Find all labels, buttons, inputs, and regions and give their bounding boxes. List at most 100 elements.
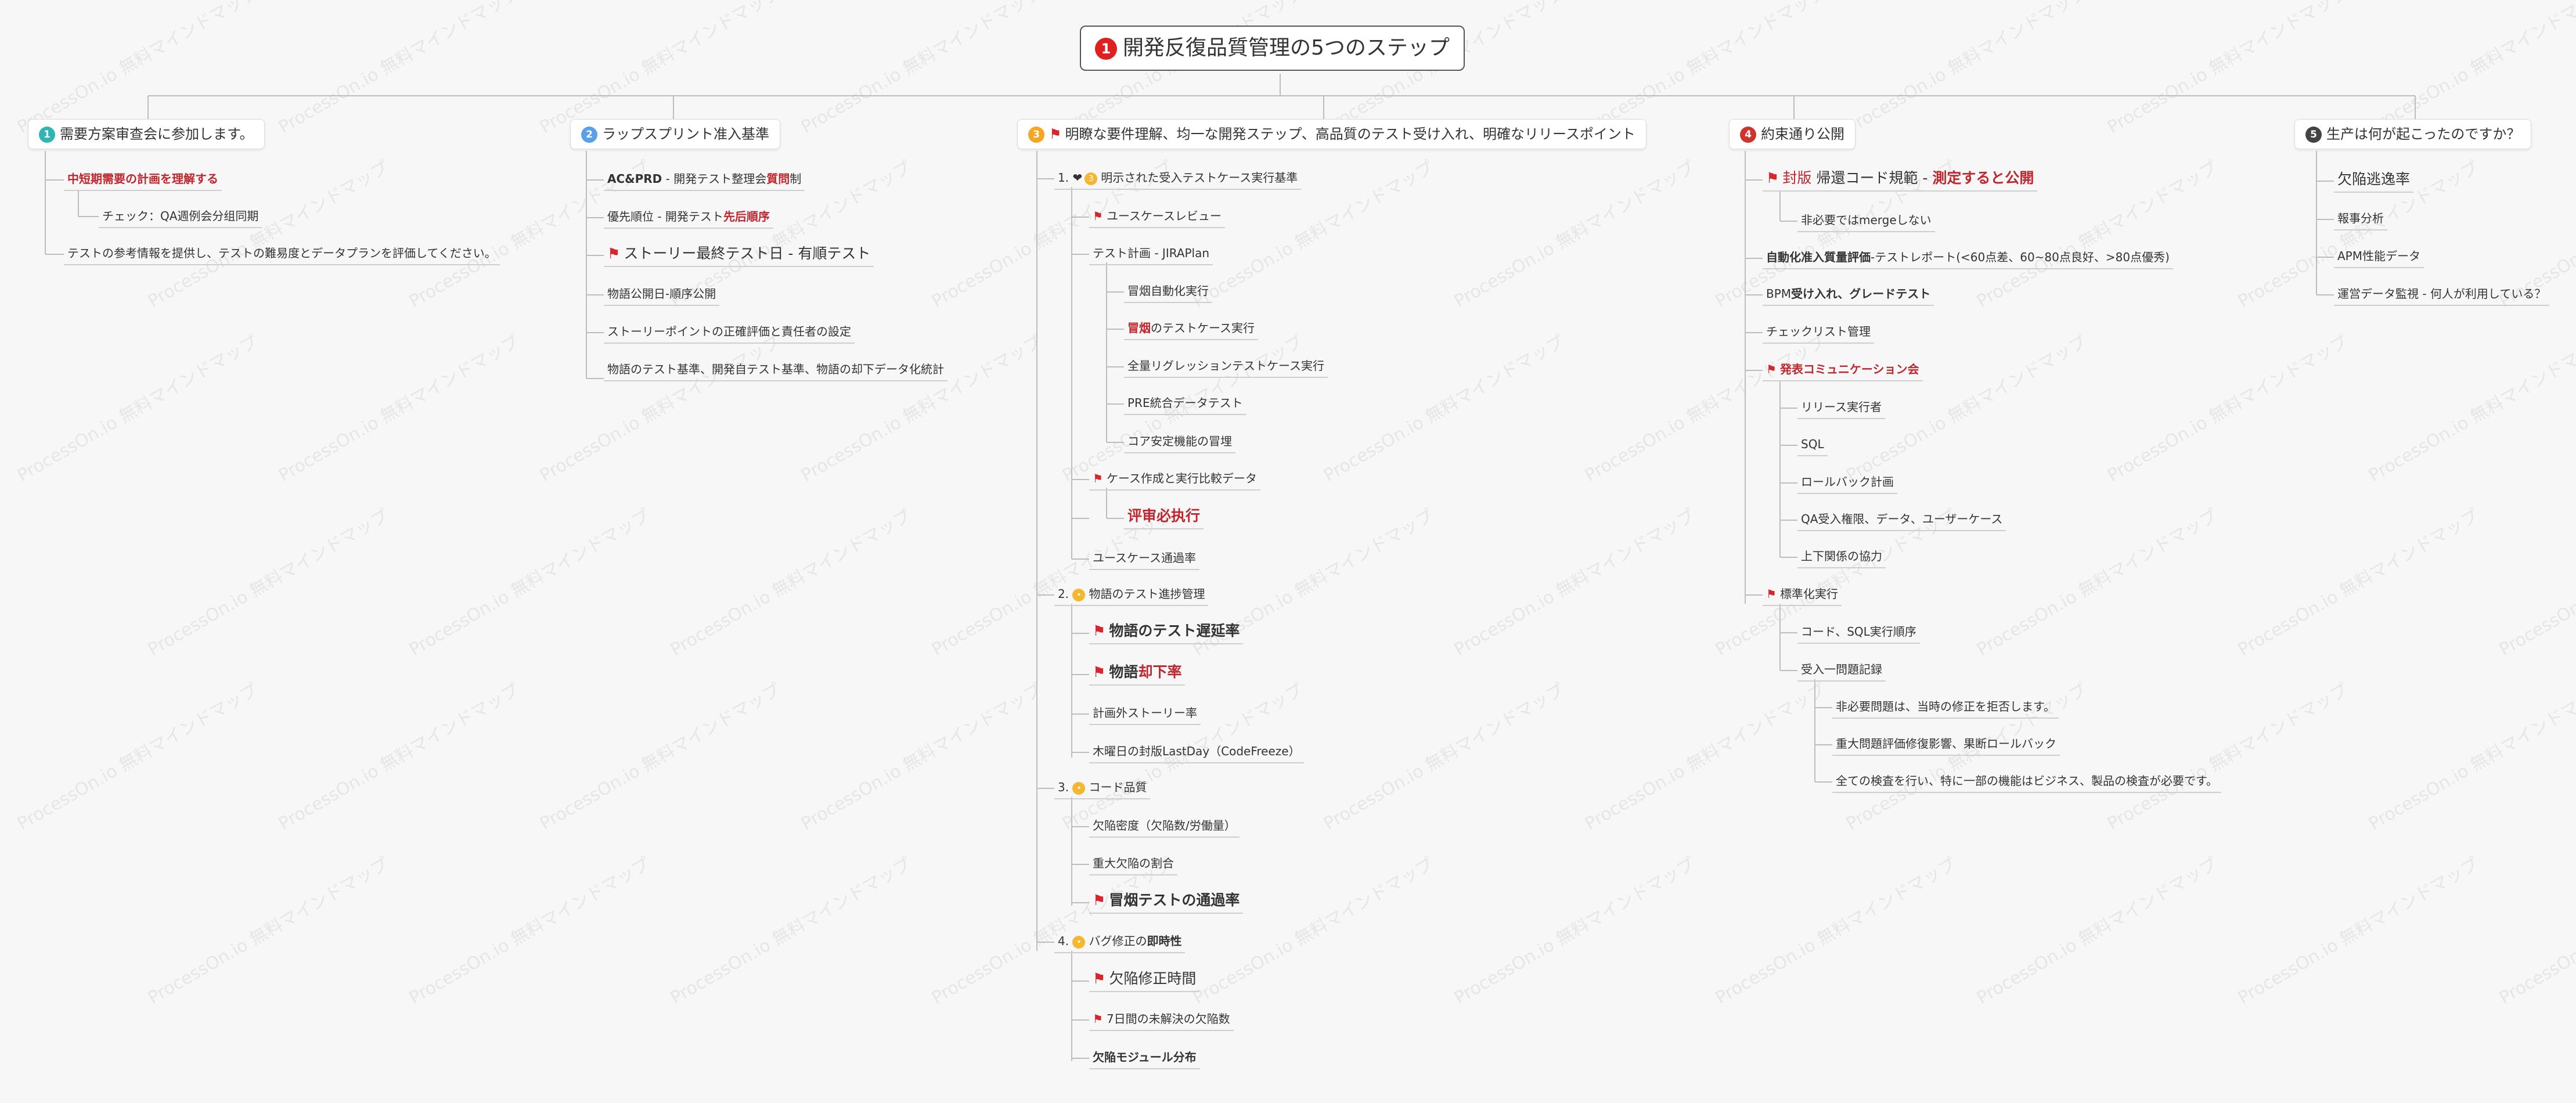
branch-1-topic[interactable]: 1 需要方案审查会に参加します。 <box>28 119 265 149</box>
b3-group-4-part-a: バグ修正の <box>1089 934 1147 948</box>
b5-item-1[interactable]: 欠陥逃逸率 <box>2334 168 2414 193</box>
b3-g1-item-5[interactable]: 全量リグレッションテストケース実行 <box>1124 356 1328 378</box>
b3-group-2-title: 物語のテスト進捗管理 <box>1089 587 1205 601</box>
b2-item-4[interactable]: 物語公開日-順序公開 <box>604 284 720 306</box>
b3-g1-item-7[interactable]: コア安定機能の冒埋 <box>1124 431 1235 453</box>
b3-g1-item-2[interactable]: テスト計画 - JIRAPlan <box>1089 243 1213 265</box>
b4-item-17[interactable]: 全ての検査を行い、特に一部の機能はビジネス、製品の検査が必要です。 <box>1832 771 2221 793</box>
b4-item-3[interactable]: 自動化准入質量評価-テストレポート(<60点差、60~80点良好、>80点優秀) <box>1763 247 2173 269</box>
b1-item-3[interactable]: テストの参考情報を提供し、テストの難易度とデータプランを評価してください。 <box>64 243 500 265</box>
b3-g2-item-3[interactable]: 計画外ストーリー率 <box>1089 703 1201 725</box>
flag-icon: ⚑ <box>1093 471 1103 485</box>
b3-g2-item-1[interactable]: ⚑ 物語のテスト遅延率 <box>1089 620 1244 644</box>
connector-b5 <box>2316 151 2334 295</box>
branch-4-title: 約束通り公開 <box>1761 126 1844 142</box>
b3-g4-item-2[interactable]: ⚑ 7日間の未解決の欠陥数 <box>1089 1009 1234 1031</box>
b3-g3-item-2[interactable]: 重大欠陥の割合 <box>1089 853 1177 875</box>
b4-item-1-part-c: 測定すると公開 <box>1932 170 2034 186</box>
b5-item-3[interactable]: APM性能データ <box>2334 246 2424 268</box>
priority-dot-icon: • <box>1072 935 1086 949</box>
connector-b3 <box>1036 151 1054 951</box>
branch-4-topic[interactable]: 4 約束通り公開 <box>1729 119 1856 149</box>
b2-item-3-label: ストーリー最終テスト日 - 有順テスト <box>624 245 871 262</box>
b3-g2-item-2[interactable]: ⚑ 物語却下率 <box>1089 661 1186 686</box>
connector-b2 <box>586 151 604 379</box>
root-topic[interactable]: 1 開発反復品質管理の5つのステップ <box>1080 26 1465 71</box>
b3-group-3[interactable]: 3. • コード品質 <box>1054 777 1151 799</box>
branch-1-title: 需要方案审查会に参加します。 <box>60 126 254 142</box>
connector-b4 <box>1745 151 1763 604</box>
branch-3-title: 明瞭な要件理解、均一な開発ステップ、高品質のテスト受け入れ、明確なリリースポイン… <box>1065 126 1635 142</box>
b3-g1-item-1-label: ユースケースレビュー <box>1106 209 1222 223</box>
connector-lines <box>45 74 2416 1061</box>
b1-item-2[interactable]: チェック：QA週例会分组同期 <box>99 206 262 228</box>
branch-5-topic[interactable]: 5 生产は何が起こったのですか？ <box>2294 119 2532 149</box>
b3-g4-item-2-label: 7日間の未解決の欠陥数 <box>1106 1012 1230 1026</box>
b3-group-4[interactable]: 4. • バグ修正の即時性 <box>1054 931 1186 953</box>
b5-item-4[interactable]: 運営データ監視 - 何人が利用している？ <box>2334 284 2550 306</box>
b3-group-2[interactable]: 2. • 物語のテスト進捗管理 <box>1054 584 1209 606</box>
b4-item-6[interactable]: ⚑ 発表コミュニケーション会 <box>1763 359 1923 381</box>
b3-g1-item-1[interactable]: ⚑ ユースケースレビュー <box>1089 206 1225 228</box>
b4-item-11[interactable]: 上下関係の協力 <box>1797 546 1886 568</box>
b5-item-2[interactable]: 報事分析 <box>2334 208 2387 230</box>
b4-item-1[interactable]: ⚑ 封版 帰還コード規範 - 測定すると公開 <box>1763 167 2038 192</box>
b4-item-8[interactable]: SQL <box>1797 434 1828 456</box>
b2-item-2[interactable]: 優先順位 - 開発テスト先后順序 <box>604 207 773 229</box>
connector-b3-g4 <box>1071 951 1089 1061</box>
b4-item-2[interactable]: 非必要ではmergeしない <box>1797 210 1935 232</box>
flag-icon: ⚑ <box>1093 892 1106 909</box>
b4-item-9[interactable]: ロールバック計画 <box>1797 472 1897 494</box>
b3-g2-item-4[interactable]: 木曜日の封版LastDay（CodeFreeze） <box>1089 741 1304 763</box>
b3-group-1-title: 明示された受入テストケース実行基準 <box>1101 171 1298 185</box>
flag-icon: ⚑ <box>607 245 621 262</box>
b3-group-1-number: 1. <box>1058 171 1069 185</box>
b2-item-2-part-b: 先后順序 <box>723 210 770 224</box>
b4-item-4[interactable]: BPM受け入れ、グレードテスト <box>1763 284 1934 306</box>
flag-icon: ⚑ <box>1093 664 1106 680</box>
b4-item-5[interactable]: チェックリスト管理 <box>1763 322 1874 344</box>
b1-item-1[interactable]: 中短期需要の計画を理解する <box>64 169 222 191</box>
b3-g1-item-4[interactable]: 冒烟のテストケース実行 <box>1124 318 1258 340</box>
b4-item-14[interactable]: 受入一問題記録 <box>1797 659 1886 682</box>
priority-dot-icon: • <box>1072 588 1086 601</box>
b3-g4-item-1[interactable]: ⚑ 欠陥修正時間 <box>1089 968 1200 992</box>
priority-dot-icon: 3 <box>1085 172 1098 185</box>
root-title: 開発反復品質管理の5つのステップ <box>1123 36 1450 60</box>
flag-icon: ⚑ <box>1093 1012 1103 1026</box>
branch-4-number-badge: 4 <box>1740 127 1756 143</box>
b3-g1-item-8[interactable]: ⚑ ケース作成と実行比較データ <box>1089 468 1260 491</box>
b2-item-1-part-a: AC&PRD <box>607 172 662 186</box>
branch-3-topic[interactable]: 3 ⚑ 明瞭な要件理解、均一な開発ステップ、高品質のテスト受け入れ、明確なリリースポ… <box>1017 119 1647 149</box>
b3-g1-item-4-part-a: 冒烟 <box>1127 321 1151 335</box>
b4-item-3-part-a: 自動化准入質量評価 <box>1766 250 1871 264</box>
b3-g1-item-9[interactable]: 评审必执行 <box>1124 505 1204 529</box>
mindmap-canvas: ProcessOn.io 無料マインドマップ ProcessOn.io 無料マイン… <box>0 0 2576 1103</box>
b3-g3-item-3[interactable]: ⚑ 冒烟テストの通過率 <box>1089 889 1244 914</box>
b2-item-5[interactable]: ストーリーポイントの正確評価と責任者の設定 <box>604 322 855 344</box>
b2-item-1[interactable]: AC&PRD - 開発テスト整理会質問制 <box>604 169 805 191</box>
b4-item-4-part-a: BPM <box>1766 287 1792 301</box>
flag-icon: ⚑ <box>1766 362 1777 376</box>
priority-dot-icon: • <box>1072 781 1086 795</box>
b4-item-10[interactable]: QA受入権限、データ、ユーザーケース <box>1797 509 2006 531</box>
b3-group-1[interactable]: 1. ❤ 3 明示された受入テストケース実行基準 <box>1054 168 1302 190</box>
b4-item-3-part-b: -テストレポート(<60点差、60~80点良好、>80点優秀) <box>1871 250 2170 264</box>
b3-g1-item-10[interactable]: ユースケース通過率 <box>1089 548 1199 570</box>
b4-item-13[interactable]: コード、SQL実行順序 <box>1797 622 1920 644</box>
b4-item-15[interactable]: 非必要問題は、当時の修正を拒否します。 <box>1832 697 2059 719</box>
branch-2-topic[interactable]: 2 ラップスプリント准入基準 <box>570 119 780 149</box>
branch-1-number-badge: 1 <box>39 127 55 143</box>
b4-item-16[interactable]: 重大問題評価修復影響、果断ロールバック <box>1832 734 2060 756</box>
b4-item-12[interactable]: ⚑ 標準化実行 <box>1763 584 1842 606</box>
b4-item-4-part-b: 受け入れ、グレードテスト <box>1791 287 1931 301</box>
b3-g1-item-3[interactable]: 冒烟自動化実行 <box>1124 281 1212 303</box>
b4-item-7[interactable]: リリース実行者 <box>1797 397 1885 419</box>
b3-g3-item-1[interactable]: 欠陥密度（欠陥数/労働量） <box>1089 816 1240 838</box>
flag-icon: ⚑ <box>1093 622 1106 639</box>
b2-item-3[interactable]: ⚑ ストーリー最終テスト日 - 有順テスト <box>604 243 874 267</box>
b2-item-6[interactable]: 物語のテスト基準、開発自テスト基準、物語の却下データ化統計 <box>604 359 947 381</box>
b3-g4-item-3[interactable]: 欠陥モジュール分布 <box>1089 1047 1200 1069</box>
heart-icon: ❤ <box>1072 171 1083 185</box>
b3-g1-item-6[interactable]: PRE統合データテスト <box>1124 393 1246 415</box>
